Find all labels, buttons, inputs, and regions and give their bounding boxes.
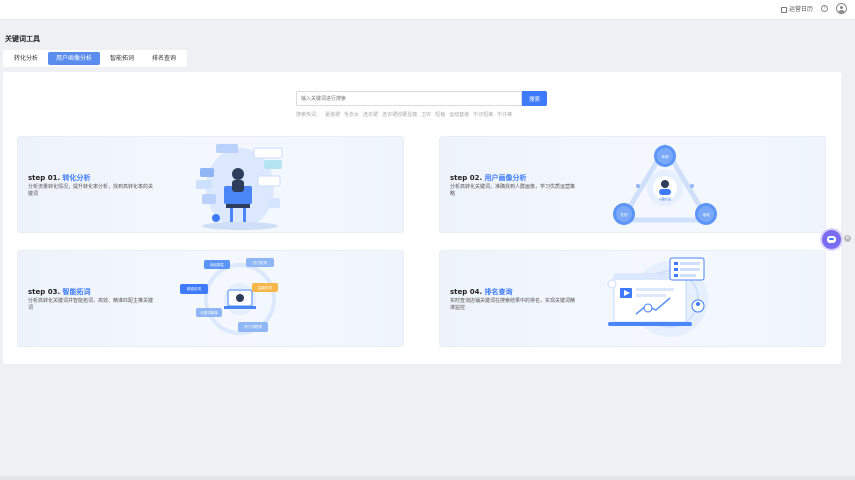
hot-word[interactable]: 牛仔裤: [497, 111, 512, 118]
hot-word[interactable]: 毛衣女: [344, 111, 359, 118]
tab-user-portrait-analysis[interactable]: 用户画像分析: [48, 52, 101, 65]
portrait-right-label: 地域: [703, 212, 711, 217]
calendar-link[interactable]: 运营日历: [780, 4, 813, 13]
step-card-title: step 02. 用户画像分析: [450, 173, 527, 183]
top-bar: 运营日历 ?: [0, 0, 855, 20]
calendar-label: 运营日历: [788, 6, 813, 13]
tab-ranking-query[interactable]: 排名查询: [144, 52, 184, 65]
portrait-center-label: 兴趣标签: [659, 196, 671, 201]
tab-smart-keyword-expansion[interactable]: 智能拓词: [102, 52, 142, 65]
step-name: 排名查询: [484, 288, 513, 296]
hot-word[interactable]: 夏装裙: [325, 111, 340, 118]
step-number: step 03.: [28, 288, 61, 296]
portrait-left-label: 性别: [621, 212, 629, 217]
expansion-label-product-attr: 商品属性: [210, 262, 224, 267]
step-name: 用户画像分析: [484, 174, 527, 182]
hot-word[interactable]: 运动套装: [449, 111, 469, 118]
expansion-label-hot-assoc: 热门词联想: [244, 324, 262, 329]
expansion-label-long-tail: 长尾词推荐: [200, 310, 218, 315]
step-card-title: step 03. 智能拓词: [28, 287, 91, 297]
step-number: step 04.: [450, 288, 483, 296]
step-card-user-portrait-analysis[interactable]: step 02. 用户画像分析 分析高转化关键词，准确找到人群画像，学习优质运营…: [439, 136, 826, 233]
avatar-icon[interactable]: [836, 3, 847, 14]
hot-word[interactable]: 短袖: [435, 111, 445, 118]
step-name: 转化分析: [62, 174, 91, 182]
page-title: 关键词工具: [5, 35, 40, 43]
main-panel: 搜索 搜索热词： 夏装裙 毛衣女 连衣裙 连衣裙收腰显瘦 卫衣 短袖 运动套装 …: [3, 72, 841, 364]
expansion-label-smart: 智能拓词: [258, 285, 272, 290]
tab-bar: 转化分析 用户画像分析 智能拓词 排名查询: [3, 50, 188, 67]
expansion-label-hot: 热门拓词: [253, 260, 267, 265]
search-input[interactable]: [296, 91, 522, 106]
step-name: 智能拓词: [62, 288, 91, 296]
search-button[interactable]: 搜索: [522, 91, 547, 106]
step-card-description: 实时查询店铺关键词在搜索结果中的排名，实现关键词精准监控: [450, 298, 576, 311]
calendar-icon: [780, 6, 787, 13]
step-card-description: 分析流量转化情况，提升转化率分析，找到高转化率的关键词: [28, 184, 154, 197]
step-card-smart-keyword-expansion[interactable]: step 03. 智能拓词 分析高转化关键词并智能拓词，高效、精准匹配主推关键词…: [17, 250, 404, 347]
search-bar: 搜索: [296, 91, 547, 106]
conversion-analysis-illustration: [196, 144, 283, 230]
bottom-scrollbar[interactable]: [0, 476, 855, 480]
user-portrait-illustration: 兴趣标签 年龄 性别 地域: [613, 143, 717, 225]
tab-conversion-analysis[interactable]: 转化分析: [6, 52, 46, 65]
hot-word[interactable]: 牛仔短裤: [473, 111, 493, 118]
portrait-top-label: 年龄: [662, 154, 670, 159]
chatbot-assistant-icon[interactable]: [822, 230, 841, 249]
ranking-query-illustration: [607, 257, 708, 337]
hot-words-label: 搜索热词：: [296, 112, 322, 118]
step-card-description: 分析高转化关键词并智能拓词，高效、精准匹配主推关键词: [28, 298, 154, 311]
hot-word[interactable]: 卫衣: [421, 111, 431, 118]
hot-word[interactable]: 连衣裙: [363, 111, 378, 118]
expansion-label-precise: 精准拓词: [187, 286, 201, 291]
close-icon[interactable]: ×: [844, 235, 851, 242]
step-card-ranking-query[interactable]: step 04. 排名查询 实时查询店铺关键词在搜索结果中的排名，实现关键词精准…: [439, 250, 826, 347]
step-card-title: step 04. 排名查询: [450, 287, 513, 297]
step-card-conversion-analysis[interactable]: step 01. 转化分析 分析流量转化情况，提升转化率分析，找到高转化率的关键…: [17, 136, 404, 233]
hot-word[interactable]: 连衣裙收腰显瘦: [382, 111, 417, 118]
step-card-description: 分析高转化关键词，准确找到人群画像，学习优质运营策略: [450, 184, 576, 197]
step-number: step 02.: [450, 174, 483, 182]
step-number: step 01.: [28, 174, 61, 182]
step-card-title: step 01. 转化分析: [28, 173, 91, 183]
help-icon[interactable]: ?: [821, 5, 828, 12]
hot-words: 搜索热词： 夏装裙 毛衣女 连衣裙 连衣裙收腰显瘦 卫衣 短袖 运动套装 牛仔短…: [296, 111, 512, 118]
smart-expansion-illustration: 商品属性 热门拓词 智能拓词 精准拓词 长尾词推荐 热门词联想: [180, 258, 278, 335]
top-bar-actions: 运营日历 ?: [780, 3, 847, 14]
